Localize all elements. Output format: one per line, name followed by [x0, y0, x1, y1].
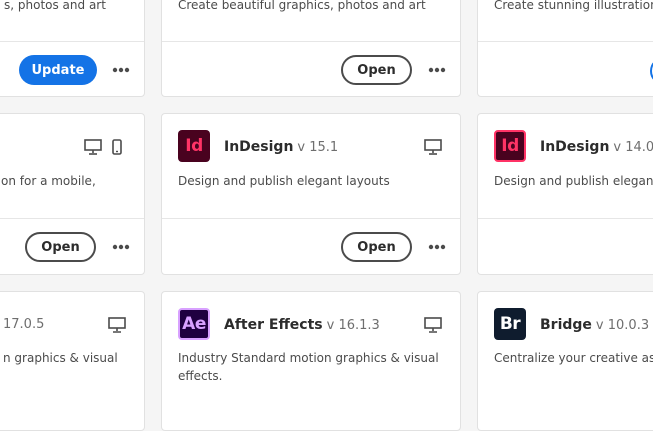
app-title: InDesign v 15.1: [224, 139, 338, 155]
desktop-icon: [84, 139, 102, 155]
app-card-left-top: s, photos and art Update: [0, 0, 145, 97]
desktop-icon: [424, 317, 442, 333]
more-options-icon[interactable]: [112, 67, 130, 73]
update-button[interactable]: Update: [19, 55, 97, 85]
app-name: InDesign: [540, 139, 610, 155]
app-card-mid-top: Create beautiful graphics, photos and ar…: [161, 0, 461, 97]
app-description: on for a mobile,: [1, 174, 96, 188]
app-name: After Effects: [224, 317, 323, 333]
app-title: InDesignv 14.0.3: [540, 139, 653, 155]
open-button[interactable]: Open: [341, 232, 412, 262]
app-description: Design and publish elegant layouts: [178, 174, 390, 188]
app-title: After Effects v 16.1.3: [224, 317, 380, 333]
app-version: v 15.1: [297, 140, 339, 155]
app-description: Industry Standard motion graphics & visu…: [178, 351, 439, 383]
app-description: n graphics & visual: [3, 351, 118, 365]
app-card-indesign-15: Id InDesign v 15.1 Design and publish ele…: [161, 113, 461, 275]
app-card-after-effects: Ae After Effects v 16.1.3 Industry Standa…: [161, 291, 461, 431]
indesign-app-icon: Id: [494, 130, 526, 162]
card-divider: [478, 41, 653, 42]
after-effects-app-icon: Ae: [178, 308, 210, 340]
more-options-icon[interactable]: [112, 244, 130, 250]
mobile-icon: [112, 139, 122, 155]
app-card-bridge: Br Bridge v 10.0.3 Centralize your creati…: [477, 291, 653, 431]
app-description: Design and publish elegant l: [494, 174, 653, 188]
card-divider: [162, 41, 460, 42]
app-title: Bridge v 10.0.3: [540, 317, 649, 333]
open-button[interactable]: Open: [341, 55, 412, 85]
card-divider: [478, 218, 653, 219]
app-description: Create beautiful graphics, photos and ar…: [178, 0, 426, 12]
app-description: s, photos and art: [4, 0, 106, 12]
app-description: Create stunning illustrations: [494, 0, 653, 12]
app-card-left-mid: on for a mobile, Open: [0, 113, 145, 275]
desktop-icon: [108, 317, 126, 333]
app-version: 17.0.5: [3, 317, 45, 332]
indesign-app-icon: Id: [178, 130, 210, 162]
more-options-icon[interactable]: [428, 67, 446, 73]
app-name: InDesign: [224, 139, 294, 155]
app-card-left-bottom: 17.0.5 n graphics & visual: [0, 291, 145, 431]
app-description: Centralize your creative asse: [494, 351, 653, 365]
more-options-icon[interactable]: [428, 244, 446, 250]
card-divider: [0, 41, 144, 42]
bridge-app-icon: Br: [494, 308, 526, 340]
app-version: v 16.1.3: [326, 318, 380, 333]
card-divider: [0, 218, 144, 219]
app-name: Bridge: [540, 317, 592, 333]
app-card-right-top: Create stunning illustrations: [477, 0, 653, 97]
card-divider: [162, 218, 460, 219]
desktop-icon: [424, 139, 442, 155]
open-button[interactable]: Open: [25, 232, 96, 262]
app-card-indesign-14: Id InDesignv 14.0.3 Design and publish e…: [477, 113, 653, 275]
app-version: v 14.0.3: [613, 140, 653, 155]
app-version: v 10.0.3: [595, 318, 650, 333]
